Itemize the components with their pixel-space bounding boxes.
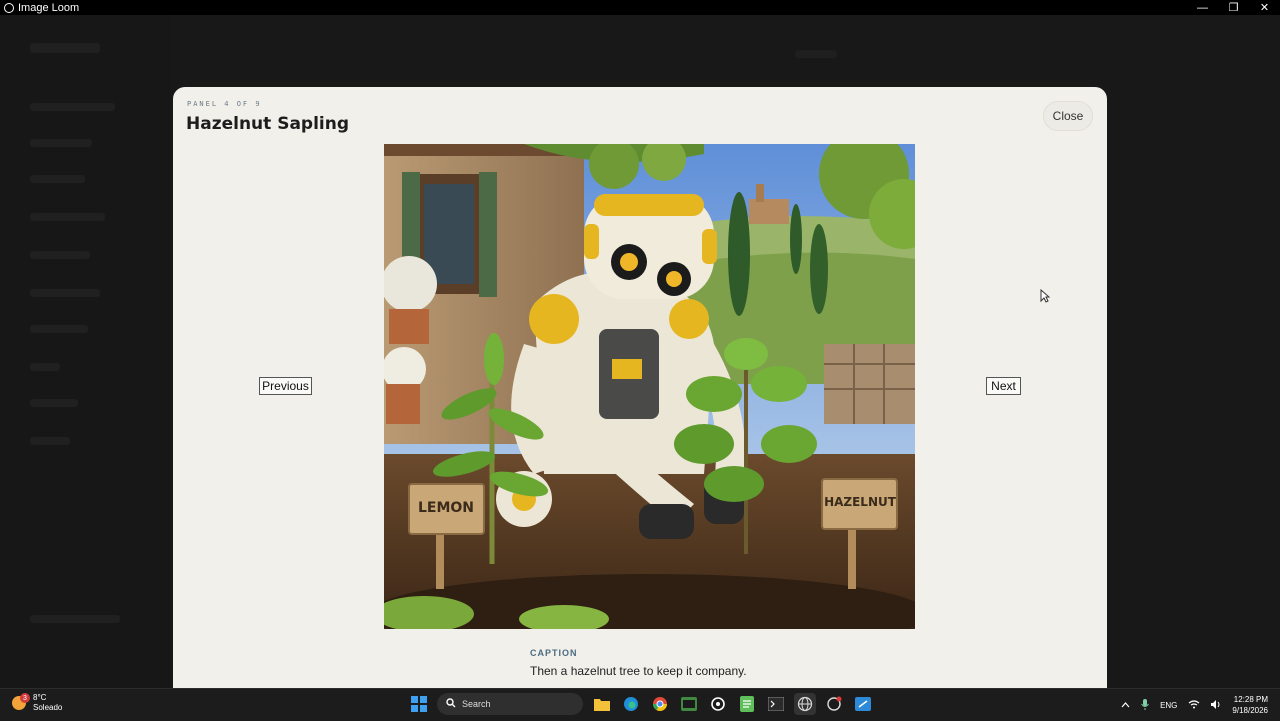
caption-text: Then a hazelnut tree to keep it company.	[530, 664, 747, 678]
taskbar: 3 8°C Soleado Search ENG 12:28 PM 9/18/2…	[0, 688, 1280, 720]
chatgpt-icon[interactable]	[707, 693, 729, 715]
caption-label: CAPTION	[530, 648, 578, 658]
previous-button[interactable]: Previous	[259, 377, 312, 395]
taskbar-search[interactable]: Search	[437, 693, 583, 715]
notepad-app-icon[interactable]	[736, 693, 758, 715]
file-explorer-icon[interactable]	[591, 693, 613, 715]
sun-icon: 3	[12, 693, 30, 710]
chevron-up-icon[interactable]	[1121, 701, 1130, 710]
windows-logo-icon	[411, 696, 427, 712]
mouse-cursor-icon	[1040, 289, 1050, 303]
edge-browser-icon[interactable]	[620, 693, 642, 715]
window-close-button[interactable]: ✕	[1249, 0, 1280, 15]
start-button[interactable]	[408, 693, 430, 715]
chrome-browser-icon[interactable]	[649, 693, 671, 715]
close-button[interactable]: Close	[1043, 101, 1093, 131]
weather-description: Soleado	[33, 703, 63, 712]
restore-button[interactable]: ❐	[1218, 0, 1249, 15]
panel-counter: PANEL 4 OF 9	[187, 100, 262, 108]
next-button[interactable]: Next	[986, 377, 1021, 395]
app-globe-icon	[4, 2, 14, 13]
panel-title: Hazelnut Sapling	[186, 114, 350, 134]
language-indicator[interactable]: ENG	[1160, 701, 1177, 710]
search-placeholder: Search	[462, 699, 491, 709]
search-icon	[446, 698, 456, 710]
lemon-sign-text: LEMON	[418, 500, 474, 516]
clock-date: 9/18/2026	[1232, 706, 1268, 715]
window-title-bar: Image Loom — ❐ ✕	[0, 0, 1280, 15]
globe-app-icon[interactable]	[794, 693, 816, 715]
clock[interactable]: 12:28 PM 9/18/2026	[1232, 694, 1268, 716]
weather-widget[interactable]: 3 8°C Soleado	[12, 693, 62, 713]
system-tray: ENG 12:28 PM 9/18/2026	[1121, 689, 1280, 721]
clock-time: 12:28 PM	[1233, 695, 1268, 704]
image-viewer-modal: PANEL 4 OF 9 Hazelnut Sapling Close Prev…	[173, 87, 1107, 707]
hazelnut-sign-text: HAZELNUT	[824, 495, 897, 509]
weather-temperature: 8°C	[33, 693, 47, 702]
wifi-icon[interactable]	[1188, 699, 1200, 711]
minimize-button[interactable]: —	[1187, 0, 1218, 15]
volume-icon[interactable]	[1211, 699, 1221, 711]
microphone-icon[interactable]	[1141, 698, 1149, 712]
notification-badge: 3	[20, 693, 30, 703]
terminal-app-icon[interactable]	[678, 693, 700, 715]
command-prompt-icon[interactable]	[765, 693, 787, 715]
chatgpt-alt-icon[interactable]	[823, 693, 845, 715]
robot-garden-illustration: LEMON HAZELNUT	[384, 144, 915, 629]
remote-app-icon[interactable]	[852, 693, 874, 715]
panel-image: LEMON HAZELNUT	[384, 144, 915, 629]
window-title: Image Loom	[18, 1, 80, 14]
